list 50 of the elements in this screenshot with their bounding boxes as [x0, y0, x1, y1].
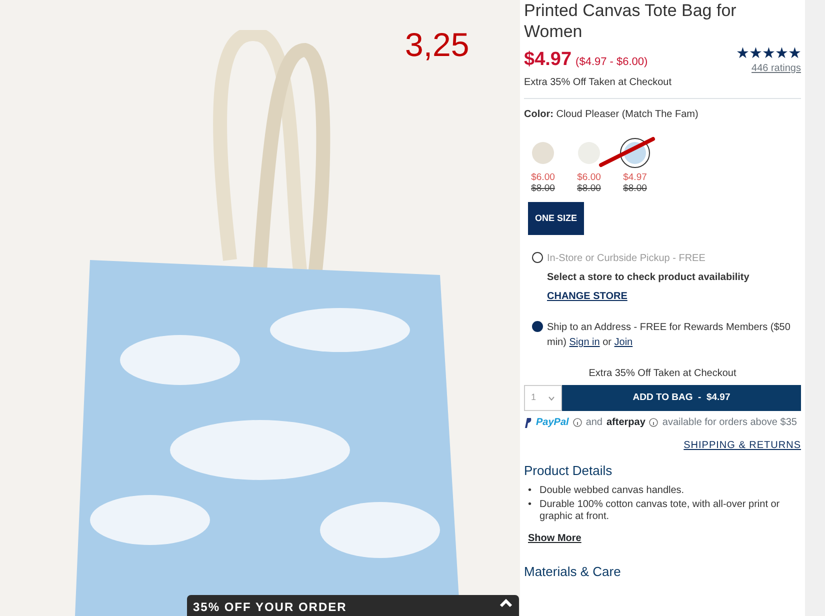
paypal-logo-icon [524, 418, 532, 428]
sale-price: $4.97 [623, 172, 647, 182]
sign-in-link[interactable]: Sign in [569, 337, 600, 348]
star-icon: ★ [775, 46, 788, 61]
size-button[interactable]: ONE SIZE [528, 202, 584, 235]
product-title: Printed Canvas Tote Bag for Women [524, 0, 738, 42]
bullet-item: Durable 100% cotton canvas tote, with all-over print or graphic at front. [540, 498, 781, 522]
bullet-marker: • [528, 498, 532, 512]
star-icon: ★ [788, 46, 801, 61]
info-icon[interactable] [649, 418, 658, 427]
ratings-link[interactable]: 446 ratings [736, 61, 801, 76]
join-link[interactable]: Join [614, 337, 633, 348]
bullet-marker: • [528, 484, 532, 496]
shipping-returns-link[interactable]: SHIPPING & RETURNS [684, 440, 801, 451]
afterpay-logo: afterpay [606, 416, 646, 430]
promo-bar[interactable]: 35% OFF YOUR ORDER [187, 595, 519, 616]
section-heading: Materials & Care [524, 562, 622, 580]
change-store-link[interactable]: CHANGE STORE [547, 289, 750, 304]
paypal-logo: PayPal [536, 416, 569, 430]
chevron-up-icon [499, 598, 513, 608]
annotation-stroke [598, 136, 656, 168]
star-icon: ★ [736, 46, 749, 61]
star-icon: ★ [762, 46, 775, 61]
checkout-note: Extra 35% Off Taken at Checkout [588, 367, 738, 381]
original-price: $8.00 [531, 182, 555, 194]
sale-price: $6.00 [531, 172, 555, 182]
store-note: Select a store to check product availability [547, 271, 750, 285]
shipping-option-label: Ship to an Address - FREE for Rewards Members ($50 min) Sign in or Join [547, 321, 792, 350]
sale-price: $6.00 [577, 172, 601, 182]
radio-button[interactable] [532, 321, 543, 332]
original-price: $8.00 [623, 182, 647, 194]
promo-text: 35% OFF YOUR ORDER [193, 599, 347, 616]
payment-note: available for orders above $35 [662, 416, 797, 430]
color-swatch[interactable] [620, 138, 650, 168]
conjunction-text: and [586, 416, 602, 430]
info-icon[interactable] [572, 418, 582, 427]
price-range: ($4.97 - $6.00) [576, 55, 648, 70]
sale-price: $4.97 [524, 48, 572, 72]
chevron-down-icon [548, 396, 555, 400]
add-to-bag-button[interactable]: ADD TO BAG - $4.97 [562, 385, 801, 411]
show-more-link[interactable]: Show More [528, 530, 582, 546]
color-label: Color: Cloud Pleaser (Match The Fam) [524, 108, 700, 122]
promo-note: Extra 35% Off Taken at Checkout [524, 76, 672, 90]
section-heading: Product Details [524, 462, 614, 480]
annotation-number: 3,25 [405, 25, 470, 65]
pickup-option-label: In-Store or Curbside Pickup - FREE [547, 252, 706, 266]
star-icon: ★ [749, 46, 762, 61]
original-price: $8.00 [577, 182, 601, 194]
bullet-item: Double webbed canvas handles. [540, 484, 684, 496]
radio-button[interactable] [532, 252, 543, 263]
